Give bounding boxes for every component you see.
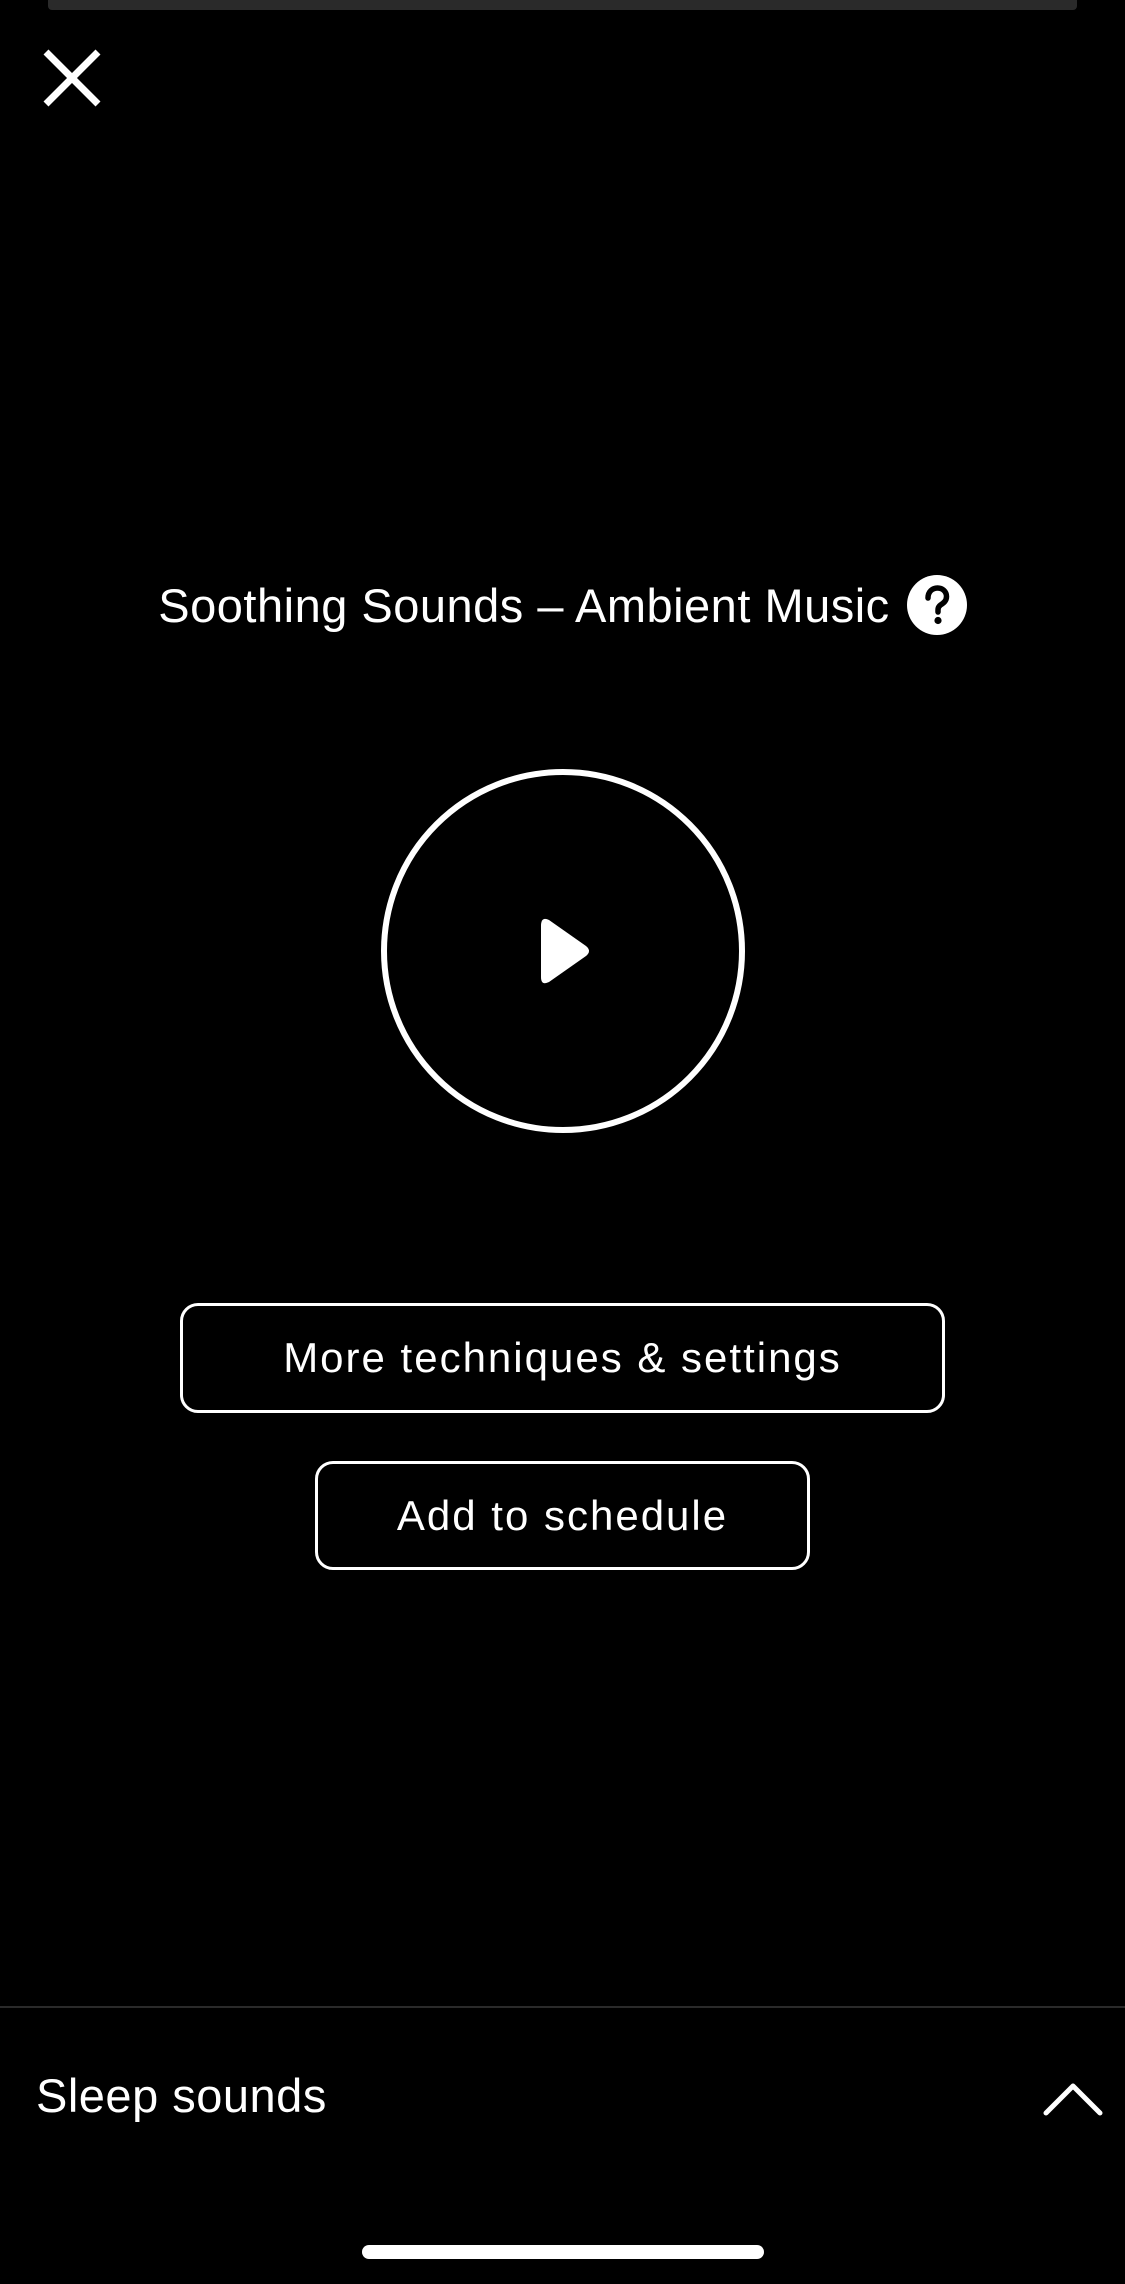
play-button[interactable] (380, 768, 746, 1134)
add-to-schedule-button[interactable]: Add to schedule (315, 1461, 810, 1570)
sheet-title: Sleep sounds (36, 2069, 327, 2122)
more-techniques-button[interactable]: More techniques & settings (180, 1303, 945, 1413)
close-icon (43, 49, 101, 107)
top-sheet-edge (48, 0, 1077, 10)
help-button[interactable] (906, 575, 967, 635)
close-button[interactable] (36, 42, 108, 114)
chevron-up-icon (1043, 2083, 1103, 2116)
sleep-sounds-sheet-header[interactable]: Sleep sounds (0, 2008, 1125, 2188)
question-mark-icon (906, 575, 967, 635)
play-icon (541, 918, 589, 984)
title-row: Soothing Sounds – Ambient Music (0, 570, 1125, 640)
track-title: Soothing Sounds – Ambient Music (158, 578, 890, 632)
home-indicator (362, 2245, 764, 2259)
